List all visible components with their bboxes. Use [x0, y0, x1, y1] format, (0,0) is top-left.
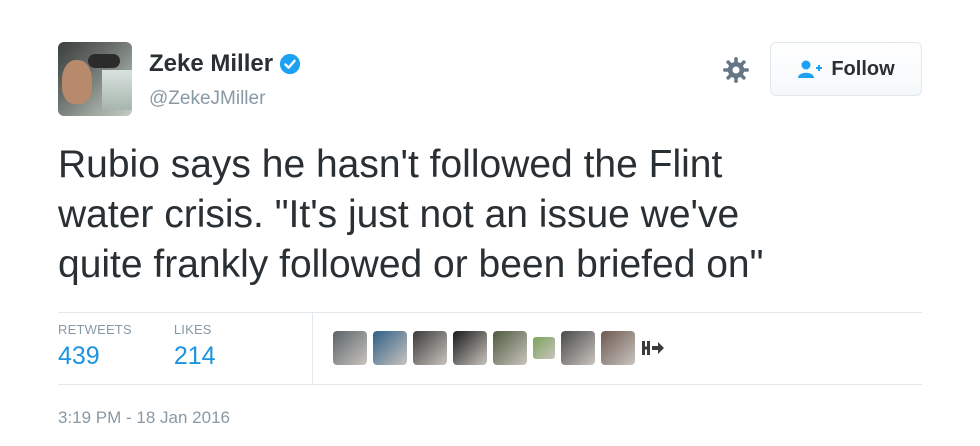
retweets-stat[interactable]: RETWEETS 439	[58, 322, 132, 374]
likes-count: 214	[173, 342, 216, 370]
author-name[interactable]: Zeke Miller	[149, 50, 273, 78]
retweets-label: RETWEETS	[58, 322, 132, 337]
liker-avatar[interactable]	[373, 331, 407, 365]
tweet-timestamp[interactable]: 3:19 PM - 18 Jan 2016	[58, 408, 230, 428]
likes-label: LIKES	[173, 322, 212, 337]
stats-top-divider	[58, 312, 922, 313]
liker-avatar[interactable]	[333, 331, 367, 365]
add-user-icon	[798, 60, 823, 78]
liker-avatar[interactable]	[601, 331, 635, 365]
more-likers-icon[interactable]	[641, 336, 665, 360]
gear-icon[interactable]	[722, 56, 750, 84]
liker-avatar[interactable]	[493, 331, 527, 365]
avatar-window	[102, 70, 132, 110]
liker-avatar[interactable]	[533, 337, 555, 359]
stats-bottom-divider	[58, 384, 922, 385]
tweet-text: Rubio says he hasn't followed the Flint …	[58, 140, 918, 290]
avatar-microphone	[88, 54, 120, 68]
avatar[interactable]	[58, 42, 132, 116]
verified-badge-icon	[279, 53, 301, 75]
liker-avatar[interactable]	[453, 331, 487, 365]
tweet-text-line: Rubio says he hasn't followed the Flint	[58, 143, 723, 186]
follow-button-label: Follow	[831, 57, 895, 80]
tweet-text-line: quite frankly followed or been briefed o…	[58, 243, 764, 286]
stats-vertical-divider	[312, 312, 313, 384]
author-handle[interactable]: @ZekeJMiller	[149, 88, 265, 110]
liker-avatar[interactable]	[413, 331, 447, 365]
follow-button[interactable]: Follow	[770, 42, 922, 96]
retweets-count: 439	[58, 342, 100, 370]
liker-avatar[interactable]	[561, 331, 595, 365]
author-name-row[interactable]: Zeke Miller	[149, 50, 301, 78]
tweet-text-line: water crisis. "It's just not an issue we…	[58, 193, 740, 236]
likers-avatar-list	[333, 331, 665, 365]
likes-stat[interactable]: LIKES 214	[174, 322, 216, 374]
tweet-stats: RETWEETS 439 LIKES 214	[58, 322, 258, 374]
avatar-face	[62, 60, 92, 104]
